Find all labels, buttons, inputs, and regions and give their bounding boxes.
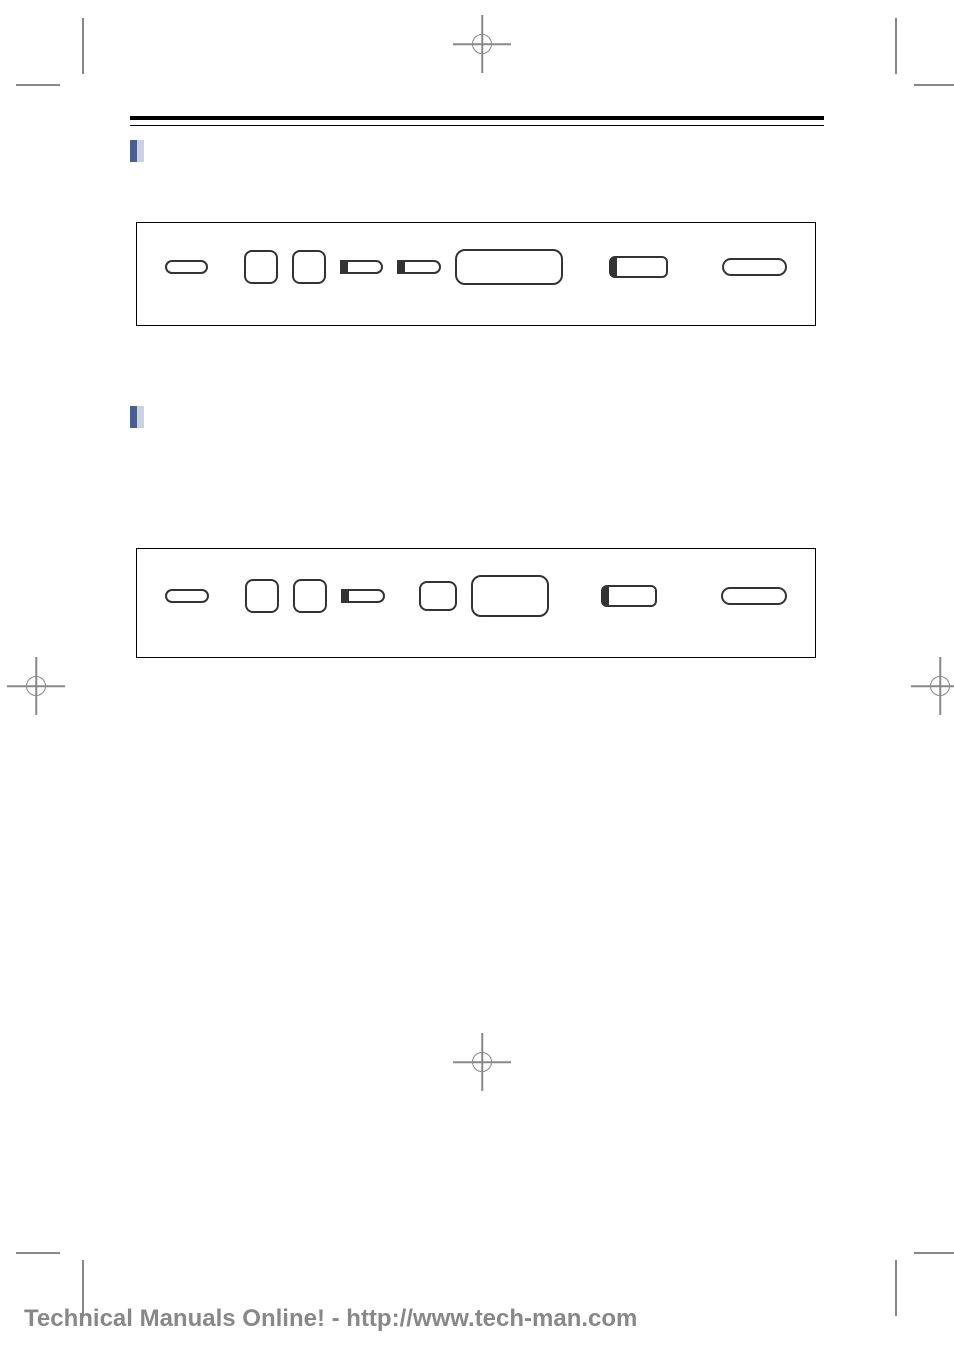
connector-row [165,249,787,285]
port-shape [601,585,657,607]
section-marker [130,140,144,162]
port-shape [419,581,457,611]
crop-mark [82,18,84,74]
diagram-panel-2 [136,548,816,658]
section-marker [130,406,144,428]
heading-rule [130,116,824,126]
port-shape [340,260,384,274]
port-shape [244,250,278,284]
port-shape [721,587,787,605]
port-shape [397,260,441,274]
page-content [130,116,824,688]
port-shape [722,258,787,276]
port-shape [292,250,326,284]
registration-mark [26,676,46,696]
port-shape [165,260,208,274]
crop-mark [16,84,60,86]
registration-mark [472,1052,492,1072]
port-shape [609,256,668,278]
crop-mark [914,1252,954,1254]
footer-text: Technical Manuals Online! - http://www.t… [24,1305,637,1333]
port-shape [165,589,209,603]
crop-mark [895,1260,897,1316]
diagram-panel-1 [136,222,816,326]
port-shape [455,249,564,285]
port-shape [471,575,549,617]
crop-mark [16,1252,60,1254]
crop-mark [895,18,897,74]
port-shape [245,579,279,613]
connector-row [165,575,787,617]
port-shape [341,589,385,603]
crop-mark [914,84,954,86]
registration-mark [930,676,950,696]
registration-mark [472,34,492,54]
port-shape [293,579,327,613]
